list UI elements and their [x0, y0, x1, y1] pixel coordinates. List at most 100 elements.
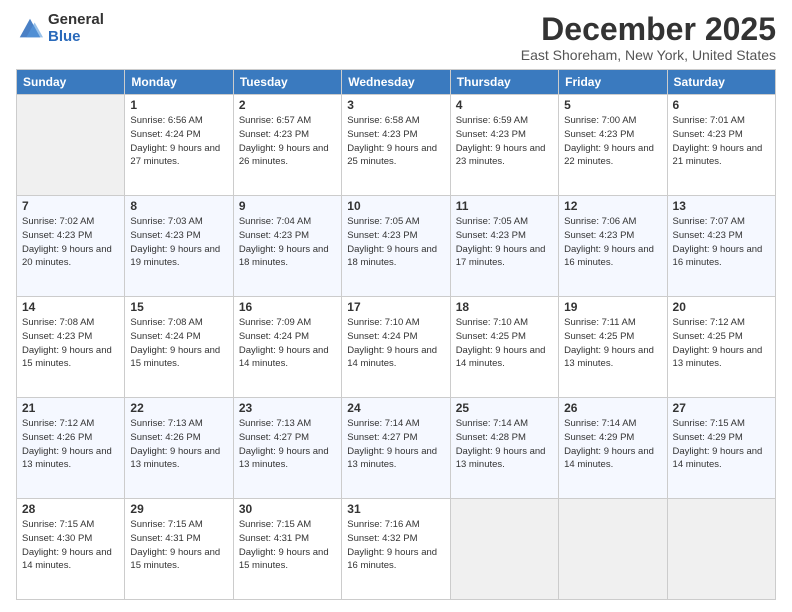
title-block: December 2025 East Shoreham, New York, U… — [521, 12, 776, 63]
day-number: 15 — [130, 300, 227, 314]
table-row: 8 Sunrise: 7:03 AMSunset: 4:23 PMDaylight… — [125, 196, 233, 297]
table-row: 16Sunrise: 7:09 AMSunset: 4:24 PMDayligh… — [233, 297, 341, 398]
day-info: Sunrise: 7:10 AMSunset: 4:25 PMDaylight:… — [456, 316, 553, 371]
table-row: 27Sunrise: 7:15 AMSunset: 4:29 PMDayligh… — [667, 398, 775, 499]
day-info: Sunrise: 7:14 AMSunset: 4:29 PMDaylight:… — [564, 417, 661, 472]
day-number: 9 — [239, 199, 336, 213]
page: General Blue December 2025 East Shoreham… — [0, 0, 792, 612]
day-number: 30 — [239, 502, 336, 516]
logo-icon — [16, 15, 44, 43]
day-info: Sunrise: 7:13 AMSunset: 4:26 PMDaylight:… — [130, 417, 227, 472]
day-number: 31 — [347, 502, 444, 516]
table-row: 30 Sunrise: 7:15 AMSunset: 4:31 PMDayligh… — [233, 499, 341, 600]
day-info: Sunrise: 7:11 AMSunset: 4:25 PMDaylight:… — [564, 316, 661, 371]
week-row-2: 7 Sunrise: 7:02 AMSunset: 4:23 PMDaylight… — [17, 196, 776, 297]
table-row: 10Sunrise: 7:05 AMSunset: 4:23 PMDayligh… — [342, 196, 450, 297]
table-row: 3 Sunrise: 6:58 AMSunset: 4:23 PMDaylight… — [342, 95, 450, 196]
day-number: 24 — [347, 401, 444, 415]
day-info: Sunrise: 7:10 AMSunset: 4:24 PMDaylight:… — [347, 316, 444, 371]
day-number: 17 — [347, 300, 444, 314]
day-number: 7 — [22, 199, 119, 213]
day-info: Sunrise: 7:12 AMSunset: 4:25 PMDaylight:… — [673, 316, 770, 371]
table-row: 20 Sunrise: 7:12 AMSunset: 4:25 PMDayligh… — [667, 297, 775, 398]
col-sunday: Sunday — [17, 70, 125, 95]
day-number: 13 — [673, 199, 770, 213]
day-number: 2 — [239, 98, 336, 112]
table-row: 15 Sunrise: 7:08 AMSunset: 4:24 PMDayligh… — [125, 297, 233, 398]
table-row: 17 Sunrise: 7:10 AMSunset: 4:24 PMDayligh… — [342, 297, 450, 398]
day-info: Sunrise: 6:56 AMSunset: 4:24 PMDaylight:… — [130, 114, 227, 169]
day-number: 3 — [347, 98, 444, 112]
day-info: Sunrise: 7:13 AMSunset: 4:27 PMDaylight:… — [239, 417, 336, 472]
day-number: 1 — [130, 98, 227, 112]
day-number: 22 — [130, 401, 227, 415]
day-info: Sunrise: 7:00 AMSunset: 4:23 PMDaylight:… — [564, 114, 661, 169]
table-row: 7 Sunrise: 7:02 AMSunset: 4:23 PMDaylight… — [17, 196, 125, 297]
day-info: Sunrise: 7:03 AMSunset: 4:23 PMDaylight:… — [130, 215, 227, 270]
day-info: Sunrise: 7:12 AMSunset: 4:26 PMDaylight:… — [22, 417, 119, 472]
week-row-1: 1 Sunrise: 6:56 AMSunset: 4:24 PMDaylight… — [17, 95, 776, 196]
col-tuesday: Tuesday — [233, 70, 341, 95]
day-info: Sunrise: 7:08 AMSunset: 4:24 PMDaylight:… — [130, 316, 227, 371]
day-number: 27 — [673, 401, 770, 415]
day-info: Sunrise: 7:15 AMSunset: 4:31 PMDaylight:… — [130, 518, 227, 573]
day-number: 23 — [239, 401, 336, 415]
day-number: 5 — [564, 98, 661, 112]
header: General Blue December 2025 East Shoreham… — [16, 12, 776, 63]
day-info: Sunrise: 7:14 AMSunset: 4:27 PMDaylight:… — [347, 417, 444, 472]
col-friday: Friday — [559, 70, 667, 95]
table-row: 1 Sunrise: 6:56 AMSunset: 4:24 PMDaylight… — [125, 95, 233, 196]
calendar-table: Sunday Monday Tuesday Wednesday Thursday… — [16, 69, 776, 600]
table-row: 4Sunrise: 6:59 AMSunset: 4:23 PMDaylight… — [450, 95, 558, 196]
day-number: 25 — [456, 401, 553, 415]
week-row-5: 28Sunrise: 7:15 AMSunset: 4:30 PMDayligh… — [17, 499, 776, 600]
table-row: 12Sunrise: 7:06 AMSunset: 4:23 PMDayligh… — [559, 196, 667, 297]
table-row: 31 Sunrise: 7:16 AMSunset: 4:32 PMDayligh… — [342, 499, 450, 600]
day-info: Sunrise: 7:05 AMSunset: 4:23 PMDaylight:… — [456, 215, 553, 270]
table-row: 13 Sunrise: 7:07 AMSunset: 4:23 PMDayligh… — [667, 196, 775, 297]
day-info: Sunrise: 7:09 AMSunset: 4:24 PMDaylight:… — [239, 316, 336, 371]
table-row — [17, 95, 125, 196]
day-info: Sunrise: 7:07 AMSunset: 4:23 PMDaylight:… — [673, 215, 770, 270]
table-row: 25 Sunrise: 7:14 AMSunset: 4:28 PMDayligh… — [450, 398, 558, 499]
day-number: 20 — [673, 300, 770, 314]
col-wednesday: Wednesday — [342, 70, 450, 95]
day-info: Sunrise: 7:02 AMSunset: 4:23 PMDaylight:… — [22, 215, 119, 270]
table-row: 6 Sunrise: 7:01 AMSunset: 4:23 PMDaylight… — [667, 95, 775, 196]
day-info: Sunrise: 7:01 AMSunset: 4:23 PMDaylight:… — [673, 114, 770, 169]
logo-general-label: General — [48, 12, 104, 29]
header-row: Sunday Monday Tuesday Wednesday Thursday… — [17, 70, 776, 95]
table-row — [559, 499, 667, 600]
day-info: Sunrise: 6:59 AMSunset: 4:23 PMDaylight:… — [456, 114, 553, 169]
day-number: 8 — [130, 199, 227, 213]
col-saturday: Saturday — [667, 70, 775, 95]
day-number: 18 — [456, 300, 553, 314]
day-info: Sunrise: 7:15 AMSunset: 4:30 PMDaylight:… — [22, 518, 119, 573]
day-info: Sunrise: 7:08 AMSunset: 4:23 PMDaylight:… — [22, 316, 119, 371]
logo-blue-label: Blue — [48, 29, 104, 46]
day-number: 10 — [347, 199, 444, 213]
day-number: 29 — [130, 502, 227, 516]
day-number: 11 — [456, 199, 553, 213]
day-info: Sunrise: 7:16 AMSunset: 4:32 PMDaylight:… — [347, 518, 444, 573]
table-row: 29 Sunrise: 7:15 AMSunset: 4:31 PMDayligh… — [125, 499, 233, 600]
day-info: Sunrise: 6:57 AMSunset: 4:23 PMDaylight:… — [239, 114, 336, 169]
logo-text: General Blue — [48, 12, 104, 45]
table-row — [667, 499, 775, 600]
day-number: 26 — [564, 401, 661, 415]
day-info: Sunrise: 6:58 AMSunset: 4:23 PMDaylight:… — [347, 114, 444, 169]
table-row: 28Sunrise: 7:15 AMSunset: 4:30 PMDayligh… — [17, 499, 125, 600]
logo: General Blue — [16, 12, 104, 45]
table-row: 9 Sunrise: 7:04 AMSunset: 4:23 PMDaylight… — [233, 196, 341, 297]
table-row: 26 Sunrise: 7:14 AMSunset: 4:29 PMDayligh… — [559, 398, 667, 499]
calendar-title: December 2025 — [521, 12, 776, 47]
week-row-4: 21 Sunrise: 7:12 AMSunset: 4:26 PMDayligh… — [17, 398, 776, 499]
day-number: 6 — [673, 98, 770, 112]
day-info: Sunrise: 7:15 AMSunset: 4:31 PMDaylight:… — [239, 518, 336, 573]
day-info: Sunrise: 7:04 AMSunset: 4:23 PMDaylight:… — [239, 215, 336, 270]
table-row — [450, 499, 558, 600]
calendar-subtitle: East Shoreham, New York, United States — [521, 47, 776, 63]
day-number: 21 — [22, 401, 119, 415]
day-info: Sunrise: 7:14 AMSunset: 4:28 PMDaylight:… — [456, 417, 553, 472]
col-monday: Monday — [125, 70, 233, 95]
